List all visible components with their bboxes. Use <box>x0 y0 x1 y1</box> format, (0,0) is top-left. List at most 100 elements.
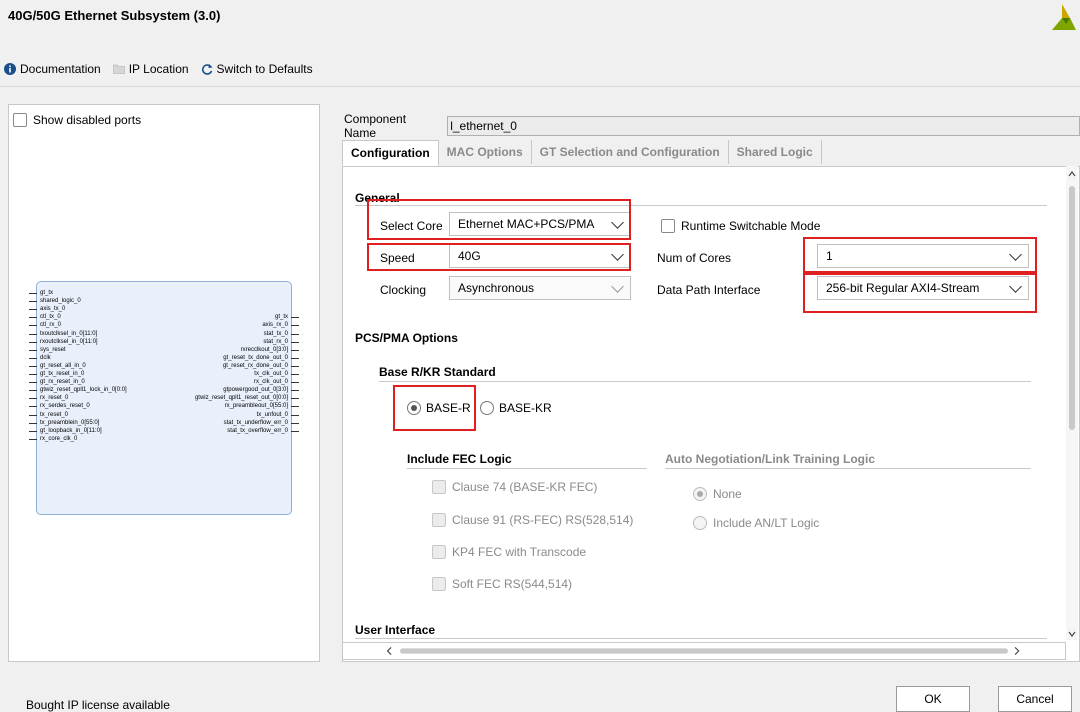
port-label: rxrecclkout_0[3:0] <box>240 346 288 353</box>
port-pin <box>291 422 299 424</box>
port-label: tx_reset_0 <box>40 411 69 418</box>
user-interface-heading: User Interface <box>355 623 436 637</box>
user-interface-divider <box>355 638 1047 639</box>
port-pin <box>29 365 37 367</box>
port-pin <box>291 398 299 400</box>
fec-soft-option[interactable]: Soft FEC RS(544,514) <box>432 577 572 591</box>
port-label: gt_reset_rx_done_out_0 <box>222 362 288 369</box>
port-pin <box>291 357 299 359</box>
switch-to-defaults-button[interactable]: Switch to Defaults <box>201 62 313 76</box>
fec-kp4-label: KP4 FEC with Transcode <box>452 545 587 559</box>
toolbar-divider <box>0 86 1080 87</box>
port-label: rx_core_clk_0 <box>40 435 78 442</box>
port-label: sys_reset <box>40 346 66 353</box>
tab-configuration[interactable]: Configuration <box>342 140 439 166</box>
port-pin <box>29 382 37 384</box>
port-pin <box>291 341 299 343</box>
xilinx-logo-icon <box>1052 4 1076 30</box>
data-path-interface-label: Data Path Interface <box>657 283 761 297</box>
port-pin <box>291 317 299 319</box>
highlight-base-r <box>393 385 476 431</box>
port-label: tx_clk_out_0 <box>254 371 288 377</box>
base-r-standard-heading: Base R/KR Standard <box>379 365 496 379</box>
base-r-divider <box>379 381 1031 382</box>
tab-bar: Configuration MAC Options GT Selection a… <box>342 140 1078 166</box>
port-pin <box>29 293 37 294</box>
fec-soft-checkbox[interactable] <box>432 577 446 591</box>
component-name-input[interactable]: l_ethernet_0 <box>447 116 1080 136</box>
fec-clause74-checkbox[interactable] <box>432 480 446 494</box>
port-label: tx_preamblein_0[55:0] <box>40 419 100 426</box>
port-pin <box>29 357 37 359</box>
port-label: rx_serdes_reset_0 <box>40 403 90 410</box>
horizontal-scrollbar[interactable] <box>342 642 1066 660</box>
an-lt-heading: Auto Negotiation/Link Training Logic <box>665 452 875 466</box>
runtime-switchable-checkbox[interactable] <box>661 219 675 233</box>
port-pin <box>29 414 37 416</box>
ok-button[interactable]: OK <box>896 686 970 712</box>
num-cores-label: Num of Cores <box>657 251 732 265</box>
port-pin <box>291 365 299 367</box>
port-label: txoutclksel_in_0[11:0] <box>40 330 98 337</box>
tab-gt-selection[interactable]: GT Selection and Configuration <box>532 140 729 164</box>
an-lt-divider <box>665 468 1031 469</box>
tab-shared-logic[interactable]: Shared Logic <box>729 140 822 164</box>
highlight-speed <box>367 243 631 271</box>
clocking-dropdown[interactable]: Asynchronous <box>449 276 631 300</box>
port-pin <box>291 382 299 384</box>
fec-kp4-option[interactable]: KP4 FEC with Transcode <box>432 545 586 559</box>
switch-to-defaults-label: Switch to Defaults <box>216 62 313 76</box>
clocking-value: Asynchronous <box>458 281 535 295</box>
fec-soft-label: Soft FEC RS(544,514) <box>452 577 573 591</box>
an-none-radio[interactable] <box>693 487 707 501</box>
toolbar: Documentation IP Location Switch to Defa… <box>0 60 321 78</box>
port-label: axis_rx_0 <box>262 322 288 329</box>
port-label: stat_rx_0 <box>263 338 288 345</box>
port-label: gt_tx <box>40 290 54 296</box>
port-pin <box>29 438 37 440</box>
port-label: shared_logic_0 <box>40 298 81 305</box>
port-pin <box>29 422 37 424</box>
highlight-num-cores <box>803 237 1037 273</box>
cancel-button[interactable]: Cancel <box>998 686 1072 712</box>
an-include-radio[interactable] <box>693 516 707 530</box>
port-label: rx_clk_out_0 <box>253 379 288 386</box>
runtime-switchable-option[interactable]: Runtime Switchable Mode <box>661 219 820 233</box>
fec-clause91-checkbox[interactable] <box>432 513 446 527</box>
an-none-label: None <box>713 487 742 501</box>
base-kr-option[interactable]: BASE-KR <box>480 401 552 415</box>
port-label: gt_rx_reset_in_0 <box>40 379 85 386</box>
port-label: gtwiz_reset_qpll1_reset_out_0[0:0] <box>194 395 288 402</box>
port-label: stat_tx_underflow_err_0 <box>223 419 288 426</box>
fec-kp4-checkbox[interactable] <box>432 545 446 559</box>
tab-mac-options[interactable]: MAC Options <box>439 140 532 164</box>
symbol-pane: Show disabled ports gt_tx shared_logic_0 a… <box>8 104 320 662</box>
component-name-label: Component Name <box>344 112 407 140</box>
fec-clause74-option[interactable]: Clause 74 (BASE-KR FEC) <box>432 480 597 494</box>
port-label: gtpowergood_out_0[3:0] <box>223 387 288 394</box>
an-none-option[interactable]: None <box>693 487 742 501</box>
fec-clause91-option[interactable]: Clause 91 (RS-FEC) RS(528,514) <box>432 513 633 527</box>
ip-location-label: IP Location <box>128 62 189 76</box>
port-label: stat_tx_0 <box>263 330 288 337</box>
chevron-down-icon <box>611 279 624 293</box>
show-disabled-ports-option[interactable]: Show disabled ports <box>13 113 141 127</box>
show-disabled-ports-checkbox[interactable] <box>13 113 27 127</box>
port-label: tx_unfout_0 <box>256 411 288 418</box>
port-pin <box>29 325 37 327</box>
port-label: axis_tx_0 <box>40 306 66 313</box>
an-include-label: Include AN/LT Logic <box>713 516 820 530</box>
port-label: gt_tx <box>274 314 288 321</box>
vertical-scrollbar[interactable] <box>1066 166 1078 640</box>
highlight-data-path <box>803 273 1037 313</box>
port-pin <box>291 390 299 392</box>
documentation-button[interactable]: Documentation <box>4 62 101 76</box>
base-kr-radio[interactable] <box>480 401 494 415</box>
port-pin <box>29 317 37 319</box>
port-label: gt_loopback_in_0[11:0] <box>40 427 102 434</box>
port-label: gt_reset_tx_done_out_0 <box>223 354 288 361</box>
an-include-option[interactable]: Include AN/LT Logic <box>693 516 819 530</box>
port-pin <box>29 309 37 311</box>
port-pin <box>29 406 37 408</box>
ip-location-button[interactable]: IP Location <box>112 62 189 76</box>
